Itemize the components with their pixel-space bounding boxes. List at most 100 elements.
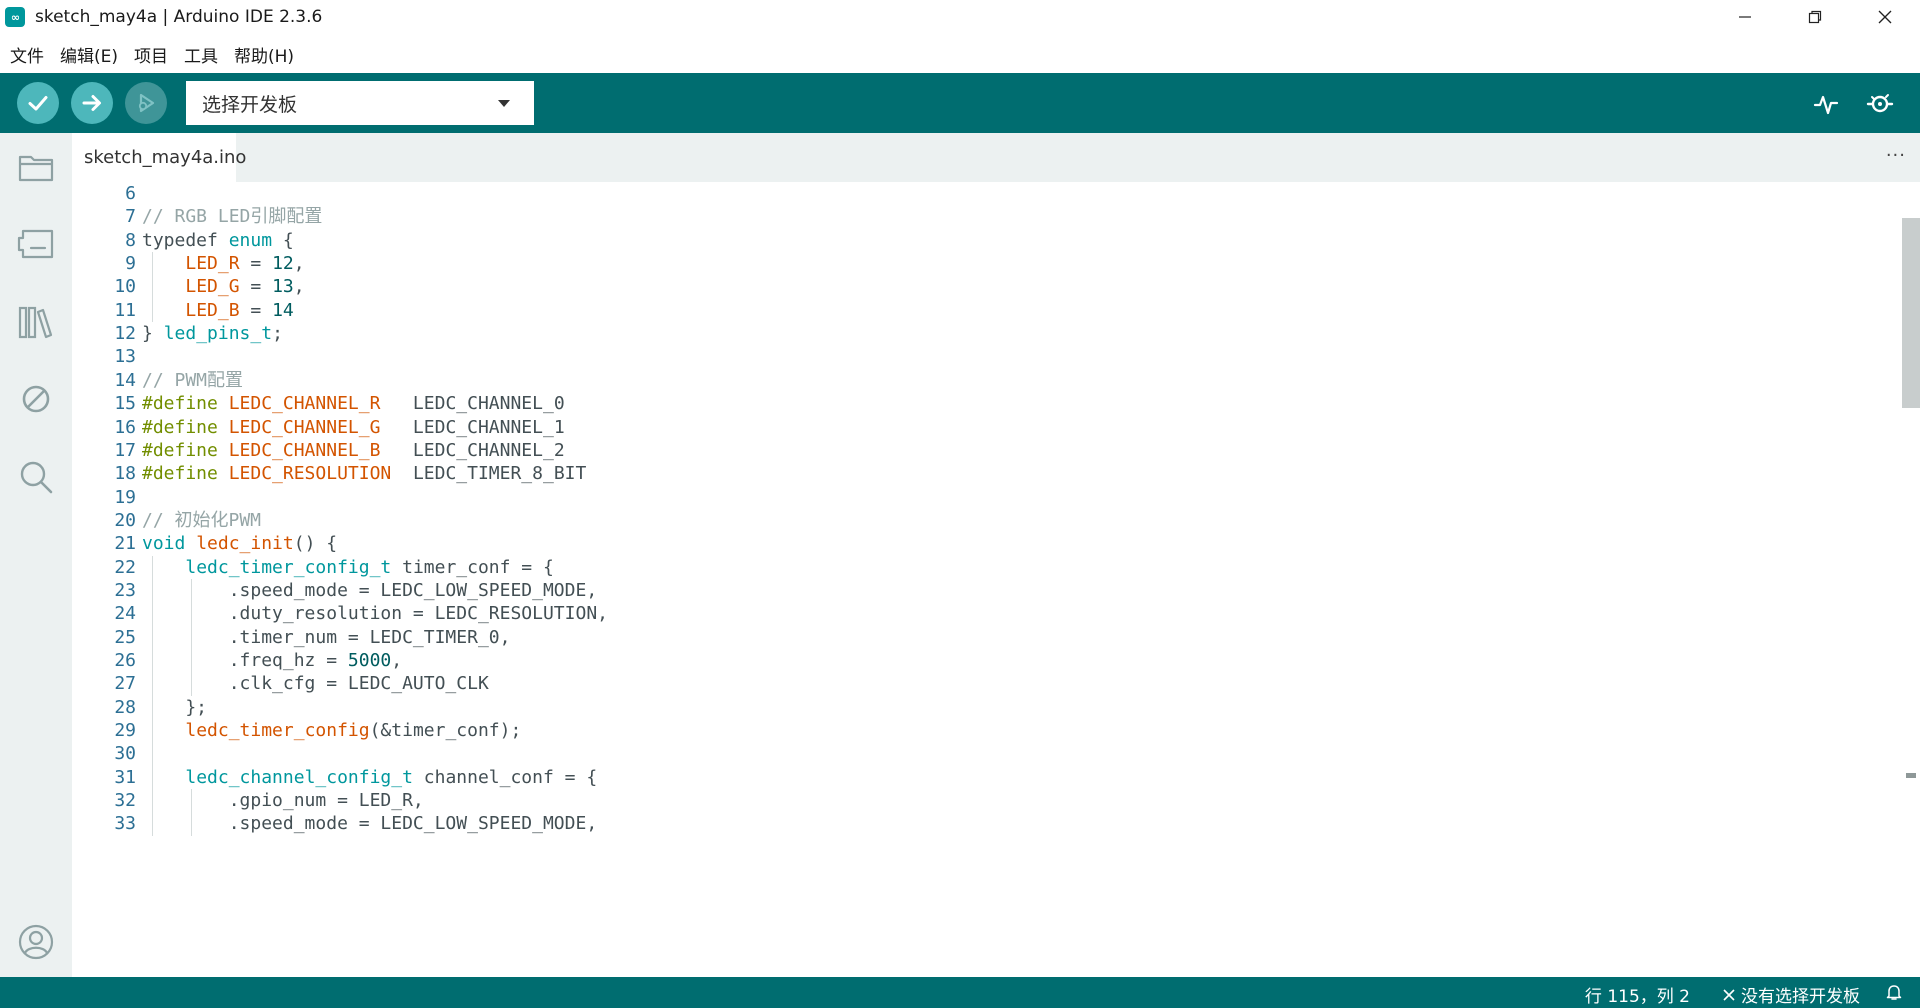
code-text: LED_R = 12, [142,252,304,275]
arrow-right-icon [82,95,101,111]
code-line[interactable]: 12} led_pins_t; [72,322,1902,345]
serial-monitor-button[interactable] [1863,87,1897,121]
code-token: (&timer_conf); [369,720,522,742]
line-number: 10 [114,276,136,298]
code-editor[interactable]: 6 7// RGB LED引脚配置 8 typedef enum {9 LED_R =… [72,182,1902,977]
cursor-position[interactable]: 行 115，列 2 [1585,982,1690,1007]
code-line[interactable]: 8 typedef enum { [72,229,1902,252]
serial-plotter-button[interactable] [1809,87,1843,121]
code-line[interactable]: 18 #define LEDC_RESOLUTION LEDC_TIMER_8_B… [72,462,1902,485]
menu-file[interactable]: 文件 [2,42,52,67]
code-token: LEDC_RESOLUTION [228,463,392,485]
upload-button[interactable] [71,82,113,124]
code-line[interactable]: 11 LED_B = 14 [72,299,1902,322]
code-token: .timer_num = LEDC_TIMER_0, [142,626,511,648]
more-icon[interactable]: ··· [1886,145,1906,166]
code-text: .timer_num = LEDC_TIMER_0, [142,626,511,649]
code-text: LED_B = 14 [142,299,293,322]
code-line[interactable]: 7 // RGB LED引脚配置 [72,205,1902,228]
board-status[interactable]: 没有选择开发板 [1723,982,1860,1007]
code-line[interactable]: 27 .clk_cfg = LEDC_AUTO_CLK [72,672,1902,695]
code-line[interactable]: 14 // PWM配置 [72,369,1902,392]
tab-sketch[interactable]: sketch_may4a.ino [72,133,246,182]
code-text: // RGB LED引脚配置 [142,205,322,228]
code-line[interactable]: 32 .gpio_num = LED_R, [72,789,1902,812]
code-token: .duty_resolution = LEDC_RESOLUTION, [142,603,608,625]
code-token: typedef [142,229,229,251]
minimize-icon[interactable] [1710,0,1780,34]
menu-edit[interactable]: 编辑(E) [52,42,126,67]
line-number: 22 [114,556,136,578]
line-number: 8 [125,229,136,251]
code-line[interactable]: 17 #define LEDC_CHANNEL_B LEDC_CHANNEL_2 [72,439,1902,462]
code-token: #define [142,463,229,485]
code-line[interactable]: 21 void ledc_init() { [72,532,1902,555]
restore-icon[interactable] [1780,0,1850,34]
line-number: 6 [125,183,136,204]
code-token: LED_B [185,299,240,321]
account-button[interactable] [14,920,58,964]
close-icon [1723,988,1735,1001]
code-line[interactable]: 33 .speed_mode = LEDC_LOW_SPEED_MODE, [72,812,1902,835]
sketchbook-button[interactable] [14,145,58,189]
line-number: 27 [114,673,136,695]
code-line[interactable]: 24 .duty_resolution = LEDC_RESOLUTION, [72,602,1902,625]
code-line[interactable]: 31 ledc_channel_config_t channel_conf = … [72,766,1902,789]
bell-icon[interactable] [1886,983,1902,1006]
code-line[interactable]: 15 #define LEDC_CHANNEL_R LEDC_CHANNEL_0 [72,392,1902,415]
line-number: 11 [114,299,136,321]
code-line[interactable]: 26 .freq_hz = 5000, [72,649,1902,672]
code-token: .clk_cfg = LEDC_AUTO_CLK [142,673,489,695]
line-number: 29 [114,720,136,742]
code-text: // PWM配置 [142,369,243,392]
code-token: ledc_channel_config_t [185,766,413,788]
board-manager-button[interactable] [14,222,58,266]
board-select-label: 选择开发板 [202,93,298,116]
code-line[interactable]: 10 LED_G = 13, [72,275,1902,298]
code-token: // PWM配置 [142,369,244,391]
code-line[interactable]: 29 ledc_timer_config(&timer_conf); [72,719,1902,742]
code-token: = [239,253,273,275]
code-text: } led_pins_t; [142,322,283,345]
code-text: .duty_resolution = LEDC_RESOLUTION, [142,602,608,625]
code-token: LEDC_TIMER_8_BIT [391,463,587,485]
scrollbar-thumb[interactable] [1902,218,1920,408]
board-select[interactable]: 选择开发板 [186,81,534,125]
code-line[interactable]: 22 ledc_timer_config_t timer_conf = { [72,556,1902,579]
code-line[interactable]: 6 [72,182,1902,205]
code-line[interactable]: 25 .timer_num = LEDC_TIMER_0, [72,626,1902,649]
line-number: 33 [114,813,136,835]
debug-icon [138,93,155,113]
plotter-icon [1813,95,1839,115]
library-manager-button[interactable] [14,300,58,344]
code-token: } [142,323,164,345]
code-token: ; [272,323,283,345]
code-token: { [272,229,294,251]
debug-disabled-icon [22,385,50,413]
code-line[interactable]: 23 .speed_mode = LEDC_LOW_SPEED_MODE, [72,579,1902,602]
editor-scrollbar[interactable] [1902,182,1920,977]
code-line[interactable]: 13 [72,345,1902,368]
code-line[interactable]: 19 [72,486,1902,509]
code-line[interactable]: 9 LED_R = 12, [72,252,1902,275]
window-controls [1710,0,1920,34]
code-line[interactable]: 28 }; [72,696,1902,719]
code-text: .speed_mode = LEDC_LOW_SPEED_MODE, [142,812,597,835]
verify-button[interactable] [17,82,59,124]
search-button[interactable] [14,455,58,499]
code-line[interactable]: 20 // 初始化PWM [72,509,1902,532]
line-number: 20 [114,509,136,531]
line-number: 23 [114,579,136,601]
debug-button[interactable] [125,82,167,124]
menu-help[interactable]: 帮助(H) [226,42,302,67]
menu-tools[interactable]: 工具 [176,42,226,67]
code-text: // 初始化PWM [142,509,261,532]
menu-sketch[interactable]: 项目 [126,42,176,67]
close-icon[interactable] [1850,0,1920,34]
debug-panel-button[interactable] [14,377,58,421]
code-text: .speed_mode = LEDC_LOW_SPEED_MODE, [142,579,597,602]
code-line[interactable]: 16 #define LEDC_CHANNEL_G LEDC_CHANNEL_1 [72,416,1902,439]
code-line[interactable]: 30 [72,742,1902,765]
